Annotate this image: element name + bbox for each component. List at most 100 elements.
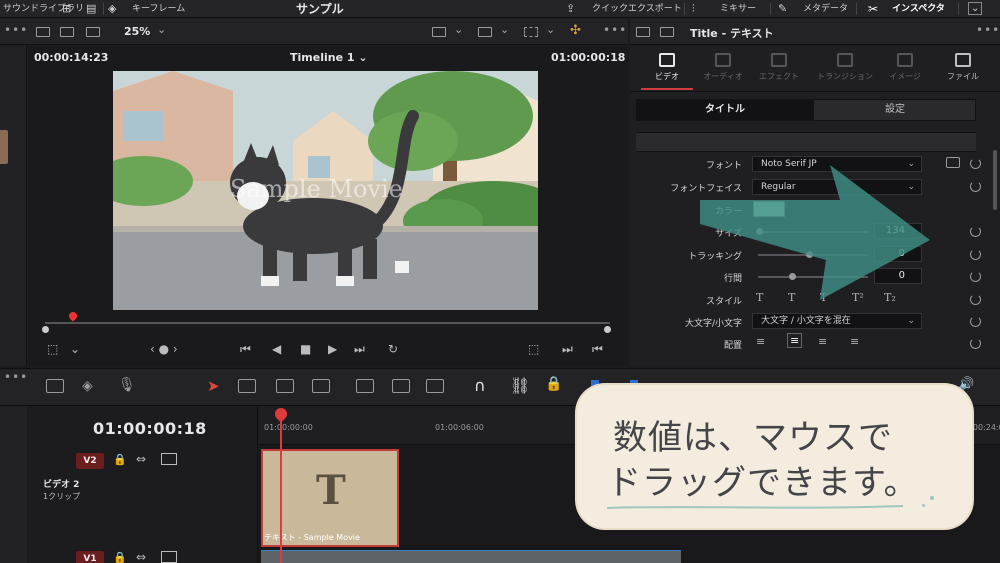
- case-dropdown[interactable]: 大文字 / 小文字を混在 ⌄: [752, 313, 922, 329]
- transition-icon: [837, 53, 853, 67]
- chevron-down-icon[interactable]: ⌄: [968, 2, 983, 15]
- text-input-area[interactable]: [636, 132, 976, 152]
- keyframes-tab[interactable]: キーフレーム: [132, 0, 185, 18]
- blade-icon[interactable]: [276, 379, 294, 393]
- replace-icon[interactable]: [426, 379, 444, 393]
- reset-icon[interactable]: [970, 226, 981, 237]
- media-thumbnail[interactable]: [0, 130, 8, 164]
- tab-effects[interactable]: エフェクト: [748, 46, 810, 92]
- match-frame-icon[interactable]: ⬚: [528, 342, 539, 356]
- chevron-down-icon[interactable]: ⌄: [454, 23, 463, 36]
- inspector-tab[interactable]: インスペクタ: [892, 0, 945, 18]
- timeline-playhead-line[interactable]: [280, 410, 282, 563]
- crop-icon[interactable]: ⬚: [47, 342, 58, 356]
- play-icon[interactable]: ▶: [328, 342, 337, 356]
- justify-icon[interactable]: ≡: [850, 335, 859, 348]
- color-picker-icon[interactable]: ✣: [570, 23, 581, 38]
- track-badge-v1[interactable]: V1: [76, 551, 104, 563]
- play-reverse-icon[interactable]: ◀: [272, 342, 281, 356]
- prev-edit-icon[interactable]: ⏮: [592, 342, 603, 357]
- chevron-down-icon[interactable]: ⌄: [70, 342, 80, 356]
- out-point-handle[interactable]: [604, 326, 611, 333]
- quick-export-tab[interactable]: クイックエクスポート: [592, 0, 682, 18]
- overwrite-icon[interactable]: [392, 379, 410, 393]
- display-icon[interactable]: [478, 27, 492, 37]
- jog-icon[interactable]: ‹ ● ›: [150, 342, 178, 356]
- loop-icon[interactable]: ↻: [388, 342, 398, 356]
- tab-image[interactable]: イメージ: [874, 46, 936, 92]
- layout-icon[interactable]: [36, 27, 50, 37]
- chevron-down-icon[interactable]: ⌄: [546, 23, 555, 36]
- reset-icon[interactable]: [970, 181, 981, 192]
- tab-file[interactable]: ファイル: [932, 46, 994, 92]
- chevron-down-icon[interactable]: ⌄: [500, 23, 509, 36]
- lock-icon[interactable]: 🔒: [113, 551, 127, 563]
- go-to-start-icon[interactable]: ⏮: [240, 342, 251, 357]
- panel-icon[interactable]: [660, 27, 674, 37]
- dynamic-trim-icon[interactable]: [312, 379, 330, 393]
- scrub-bar[interactable]: [45, 322, 610, 324]
- font-preview-icon[interactable]: [946, 157, 960, 168]
- reset-icon[interactable]: [970, 316, 981, 327]
- metadata-tab[interactable]: メタデータ: [803, 0, 848, 18]
- aspect-icon[interactable]: [432, 27, 446, 37]
- reset-icon[interactable]: [970, 271, 981, 282]
- reset-icon[interactable]: [970, 158, 981, 169]
- mixer-tab[interactable]: ミキサー: [720, 0, 756, 18]
- video-clip[interactable]: [261, 550, 681, 563]
- reset-icon[interactable]: [970, 249, 981, 260]
- tab-transition[interactable]: トランジション: [810, 46, 880, 92]
- dual-viewer-icon[interactable]: [86, 27, 100, 37]
- align-center-icon[interactable]: ≡: [787, 333, 803, 348]
- more-icon[interactable]: •••: [4, 370, 28, 384]
- snap-icon[interactable]: ◈: [82, 378, 93, 394]
- inspector-scrollbar[interactable]: [993, 150, 997, 210]
- auto-select-icon[interactable]: ⇔: [136, 452, 146, 466]
- tab-transition-label: トランジション: [817, 72, 873, 81]
- more-icon[interactable]: •••: [4, 23, 28, 37]
- mixer-label: ミキサー: [720, 4, 757, 14]
- reset-icon[interactable]: [970, 294, 981, 305]
- single-viewer-icon[interactable]: [60, 27, 74, 37]
- magnet-icon[interactable]: ∩: [474, 376, 486, 395]
- microphone-icon[interactable]: 🎙: [118, 377, 136, 393]
- chevron-down-icon[interactable]: ⌄: [157, 23, 166, 36]
- transform-icon[interactable]: [524, 27, 538, 37]
- caption-underline: [606, 505, 904, 509]
- auto-select-icon[interactable]: ⇔: [136, 550, 146, 563]
- stop-icon[interactable]: ■: [300, 342, 311, 356]
- reset-icon[interactable]: [970, 338, 981, 349]
- segment-title[interactable]: タイトル: [636, 99, 814, 121]
- next-edit-icon[interactable]: ⏭: [562, 342, 573, 357]
- tab-video[interactable]: ビデオ: [636, 46, 698, 92]
- align-right-icon[interactable]: ≡: [818, 335, 827, 348]
- link-icon[interactable]: ⛓: [510, 376, 530, 395]
- segment-settings[interactable]: 設定: [814, 99, 976, 121]
- track-visibility-icon[interactable]: [161, 453, 177, 465]
- panel-icon[interactable]: [636, 27, 650, 37]
- inspector-title: Title - テキスト: [690, 27, 774, 40]
- in-point-handle[interactable]: [42, 326, 49, 333]
- zoom-level[interactable]: 25%: [124, 25, 150, 38]
- active-tab-indicator: [641, 88, 693, 90]
- insert-icon[interactable]: [356, 379, 374, 393]
- more-icon[interactable]: •••: [976, 23, 1000, 37]
- trim-icon[interactable]: [238, 379, 256, 393]
- lock-icon[interactable]: 🔒: [113, 453, 127, 466]
- timeline-view-icon[interactable]: [46, 379, 64, 393]
- timeline-selector[interactable]: Timeline 1 ⌄: [290, 51, 368, 64]
- grid-icon[interactable]: ⊞: [62, 0, 71, 18]
- magic-wand-icon: [771, 53, 787, 67]
- track-badge-v2[interactable]: V2: [76, 453, 104, 469]
- record-timecode: 01:00:00:18: [551, 51, 626, 64]
- selection-cursor-icon[interactable]: ➤: [207, 377, 220, 395]
- more-icon[interactable]: •••: [603, 23, 627, 37]
- go-to-end-icon[interactable]: ⏭: [354, 342, 365, 357]
- lock-icon[interactable]: 🔒: [545, 376, 562, 392]
- align-left-icon[interactable]: ≡: [756, 335, 765, 348]
- track-visibility-icon[interactable]: [161, 551, 177, 563]
- inspector-tabs: ビデオ オーディオ エフェクト トランジション イメージ ファイル: [630, 46, 1000, 92]
- sound-library-tab[interactable]: サウンドライブラリ: [3, 0, 84, 18]
- film-icon[interactable]: ▤: [86, 0, 96, 18]
- tab-audio[interactable]: オーディオ: [692, 46, 754, 92]
